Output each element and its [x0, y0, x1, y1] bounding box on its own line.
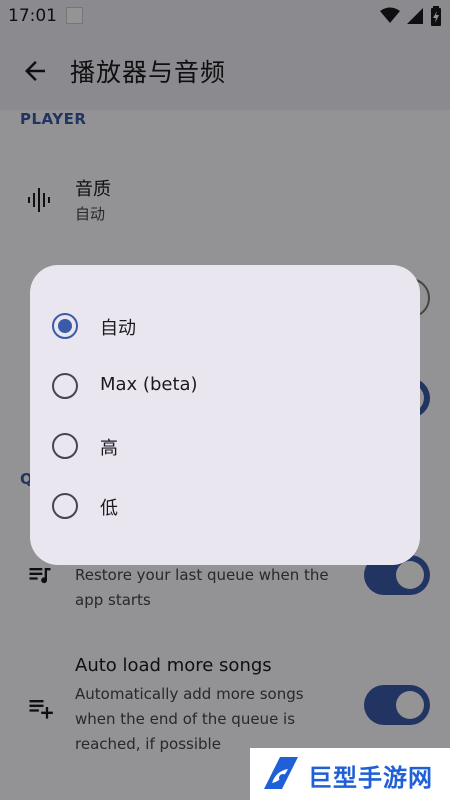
radio-button[interactable] — [52, 373, 78, 399]
option-label: 低 — [100, 498, 118, 519]
option-label: 高 — [100, 438, 118, 459]
option-max-beta[interactable]: Max (beta) — [30, 355, 420, 415]
radio-button[interactable] — [52, 433, 78, 459]
audio-quality-dialog: 自动 Max (beta) 高 低 — [30, 265, 420, 565]
watermark: 巨型手游网 — [250, 748, 450, 800]
radio-button-checked[interactable] — [52, 313, 78, 339]
watermark-text: 巨型手游网 — [308, 764, 433, 792]
option-high[interactable]: 高 — [30, 415, 420, 475]
watermark-logo-icon — [264, 757, 298, 789]
option-label: Max (beta) — [100, 374, 198, 395]
option-low[interactable]: 低 — [30, 475, 420, 535]
radio-button[interactable] — [52, 493, 78, 519]
option-auto[interactable]: 自动 — [30, 295, 420, 355]
option-label: 自动 — [100, 318, 136, 339]
